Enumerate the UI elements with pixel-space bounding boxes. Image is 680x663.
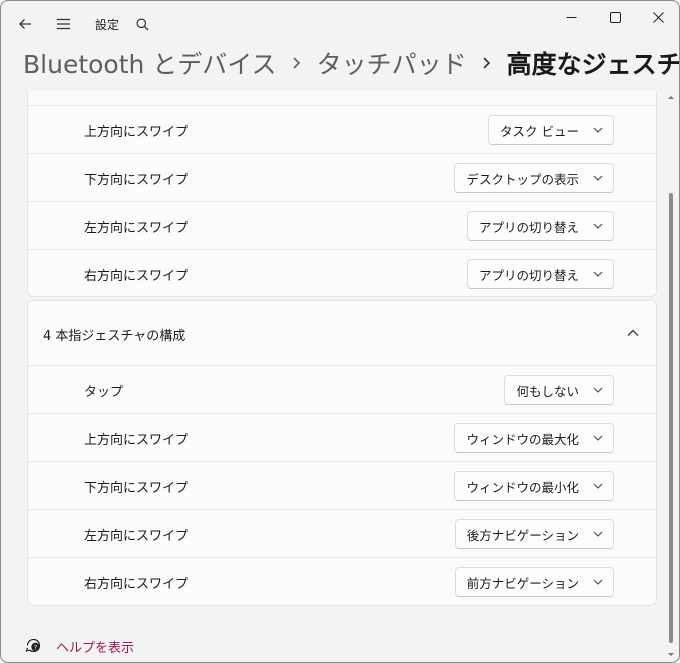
chevron-down-icon [593, 433, 603, 443]
setting-row: 上方向にスワイプ タスク ビュー [28, 105, 656, 153]
setting-row: タップ 何もしない [28, 365, 656, 413]
chevron-right-icon [467, 56, 507, 70]
setting-row: 上方向にスワイプ ウィンドウの最大化 [28, 413, 656, 461]
maximize-button[interactable] [592, 1, 638, 33]
setting-row: 左方向にスワイプ アプリの切り替え [28, 201, 656, 249]
breadcrumb-item-bluetooth[interactable]: Bluetooth とデバイス [23, 45, 277, 81]
help-link[interactable]: ヘルプを表示 [56, 637, 134, 656]
back-arrow-icon[interactable] [14, 13, 36, 35]
swipe-right-dropdown[interactable]: 前方ナビゲーション [454, 567, 614, 597]
dropdown-value: アプリの切り替え [478, 219, 579, 235]
section-header[interactable]: 4 本指ジェスチャの構成 [28, 301, 656, 365]
setting-label: 左方向にスワイプ [84, 221, 189, 236]
chevron-down-icon [593, 269, 603, 279]
minimize-icon [566, 16, 576, 18]
scroll-down-arrow-icon[interactable] [667, 651, 675, 659]
settings-content: 上方向にスワイプ タスク ビュー 下方向にスワイプ デスクトップの表示 左方向に… [1, 91, 665, 662]
setting-row: 下方向にスワイプ デスクトップの表示 [28, 153, 656, 201]
maximize-icon [609, 11, 621, 23]
dropdown-value: アプリの切り替え [478, 267, 579, 283]
setting-label: 右方向にスワイプ [84, 269, 189, 284]
chevron-down-icon [593, 221, 603, 231]
setting-label: 右方向にスワイプ [84, 577, 189, 592]
chevron-down-icon [593, 173, 603, 183]
chevron-down-icon [593, 529, 603, 539]
setting-label: タップ [84, 385, 124, 400]
chevron-up-icon[interactable] [626, 325, 640, 339]
minimize-button[interactable] [548, 1, 594, 33]
setting-row: 下方向にスワイプ ウィンドウの最小化 [28, 461, 656, 509]
search-icon[interactable] [131, 13, 153, 35]
setting-label: 上方向にスワイプ [84, 125, 189, 140]
app-title: 設定 [95, 18, 120, 32]
section-title: 4 本指ジェスチャの構成 [43, 329, 186, 344]
setting-label: 下方向にスワイプ [84, 173, 189, 188]
setting-row: 右方向にスワイプ 前方ナビゲーション [28, 557, 656, 605]
breadcrumb: Bluetooth とデバイス タッチパッド 高度なジェスチャ [23, 45, 680, 81]
setting-label: 左方向にスワイプ [84, 529, 189, 544]
settings-window: 設定 Bluetooth とデバイス タッチパッド 高度なジェスチャ [0, 0, 680, 663]
setting-row: 右方向にスワイプ アプリの切り替え [28, 249, 656, 297]
chevron-down-icon [593, 577, 603, 587]
setting-row: 左方向にスワイプ 後方ナビゲーション [28, 509, 656, 557]
swipe-down-dropdown[interactable]: ウィンドウの最小化 [454, 471, 614, 501]
setting-label: 上方向にスワイプ [84, 433, 189, 448]
dropdown-value: 前方ナビゲーション [466, 575, 579, 591]
swipe-right-dropdown[interactable]: アプリの切り替え [466, 259, 614, 289]
help-link-row[interactable]: ? ヘルプを表示 [25, 636, 134, 656]
scrollbar-thumb[interactable] [669, 193, 673, 643]
swipe-left-dropdown[interactable]: アプリの切り替え [466, 211, 614, 241]
chevron-down-icon [593, 385, 603, 395]
swipe-up-dropdown[interactable]: タスク ビュー [488, 115, 614, 145]
close-button[interactable] [635, 1, 679, 33]
title-bar: 設定 [1, 1, 679, 45]
three-finger-gestures-card: 上方向にスワイプ タスク ビュー 下方向にスワイプ デスクトップの表示 左方向に… [27, 91, 657, 297]
help-icon: ? [25, 636, 42, 657]
setting-label: 下方向にスワイプ [84, 481, 189, 496]
chevron-down-icon [593, 125, 603, 135]
vertical-scrollbar[interactable] [667, 93, 675, 659]
swipe-up-dropdown[interactable]: ウィンドウの最大化 [454, 423, 614, 453]
breadcrumb-item-touchpad[interactable]: タッチパッド [317, 45, 467, 81]
swipe-down-dropdown[interactable]: デスクトップの表示 [454, 163, 614, 193]
svg-text:?: ? [34, 643, 37, 651]
hamburger-menu-icon[interactable] [52, 13, 74, 35]
tap-dropdown[interactable]: 何もしない [504, 375, 614, 405]
dropdown-value: ウィンドウの最小化 [466, 479, 579, 495]
chevron-right-icon [277, 56, 317, 70]
close-icon [652, 11, 664, 23]
swipe-left-dropdown[interactable]: 後方ナビゲーション [454, 519, 614, 549]
dropdown-value: タスク ビュー [500, 123, 579, 139]
scroll-up-arrow-icon[interactable] [667, 93, 675, 101]
dropdown-value: デスクトップの表示 [466, 171, 579, 187]
dropdown-value: 後方ナビゲーション [466, 527, 579, 543]
dropdown-value: 何もしない [516, 383, 579, 399]
chevron-down-icon [593, 481, 603, 491]
dropdown-value: ウィンドウの最大化 [466, 431, 579, 447]
four-finger-gestures-card: 4 本指ジェスチャの構成 タップ 何もしない 上方向にスワイプ ウィンドウの最大… [27, 300, 657, 606]
page-title: 高度なジェスチャ [506, 50, 680, 79]
